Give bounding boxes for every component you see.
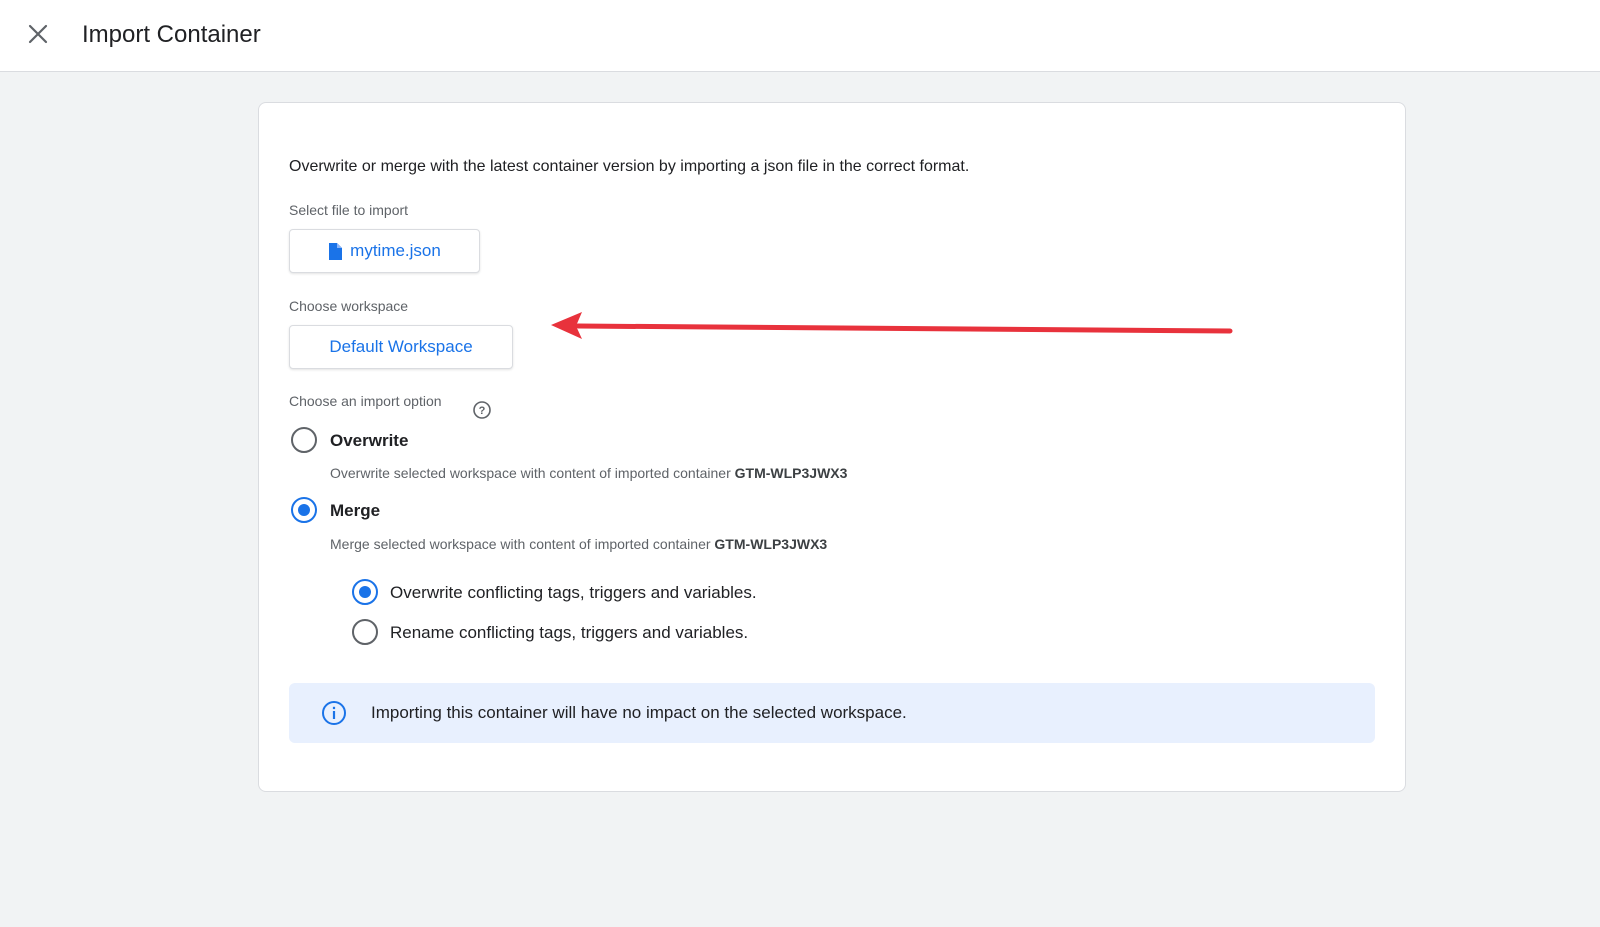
- file-icon: [329, 242, 343, 260]
- import-description: Overwrite or merge with the latest conta…: [289, 158, 970, 175]
- file-name: mytime.json: [350, 241, 441, 260]
- container-id: GTM-WLP3JWX3: [714, 536, 828, 552]
- overwrite-option-description: Overwrite selected workspace with conten…: [330, 465, 848, 481]
- overwrite-conflicts-radio[interactable]: [352, 579, 378, 605]
- merge-radio[interactable]: [291, 497, 317, 523]
- workspace-button[interactable]: Default Workspace: [289, 325, 513, 369]
- close-button[interactable]: [22, 18, 54, 50]
- workspace-name: Default Workspace: [329, 337, 473, 356]
- svg-text:?: ?: [479, 405, 486, 417]
- workspace-label: Choose workspace: [289, 298, 409, 314]
- close-icon: [28, 24, 48, 44]
- page-title: Import Container: [82, 21, 261, 48]
- top-bar: Import Container: [0, 0, 1600, 72]
- import-option-label: Choose an import option: [289, 393, 442, 409]
- info-icon: [322, 701, 346, 725]
- container-id: GTM-WLP3JWX3: [734, 465, 848, 481]
- file-select-button[interactable]: mytime.json: [289, 229, 480, 273]
- info-text: Importing this container will have no im…: [371, 703, 907, 722]
- file-select-label: Select file to import: [289, 202, 409, 218]
- overwrite-option-title: Overwrite: [330, 431, 409, 450]
- merge-option-description: Merge selected workspace with content of…: [330, 536, 828, 552]
- rename-conflicts-label: Rename conflicting tags, triggers and va…: [390, 623, 749, 642]
- help-icon[interactable]: ?: [472, 400, 492, 420]
- merge-option-title: Merge: [330, 501, 381, 520]
- import-card: Overwrite or merge with the latest conta…: [258, 102, 1406, 792]
- info-banner: Importing this container will have no im…: [289, 683, 1375, 743]
- overwrite-conflicts-label: Overwrite conflicting tags, triggers and…: [390, 583, 757, 602]
- overwrite-radio[interactable]: [291, 427, 317, 453]
- rename-conflicts-radio[interactable]: [352, 619, 378, 645]
